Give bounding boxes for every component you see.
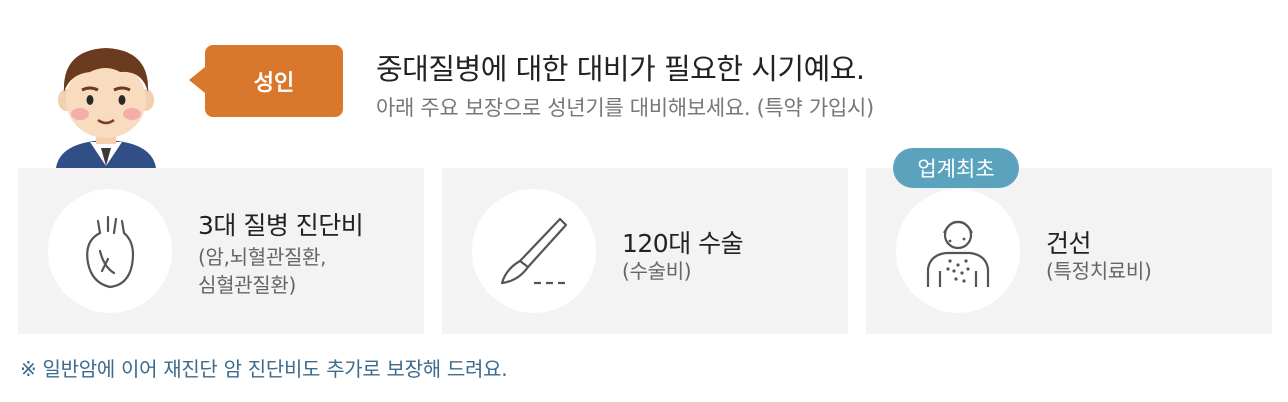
card-title: 3대 질병 진단비 — [198, 211, 364, 240]
icon-circle — [472, 189, 596, 313]
age-group-label: 성인 — [253, 71, 295, 96]
card-desc-line2: 심혈관질환) — [198, 273, 297, 297]
card-desc-line1: (특정치료비) — [1046, 259, 1152, 283]
heart-icon — [86, 215, 135, 289]
coverage-card-critical-illness: 3대 질병 진단비 (암,뇌혈관질환, 심혈관질환) — [18, 168, 424, 334]
card-title: 120대 수술 — [622, 229, 744, 258]
avatar — [50, 42, 162, 168]
footnote: ※ 일반암에 이어 재진단 암 진단비도 추가로 보장해 드려요. — [20, 357, 508, 381]
icon-circle — [896, 189, 1020, 313]
skin-patient-icon — [926, 220, 990, 287]
page-headline: 중대질병에 대한 대비가 필요한 시기예요. — [376, 52, 865, 86]
icon-circle — [48, 189, 172, 313]
page-subline: 아래 주요 보장으로 성년기를 대비해보세요. (특약 가입시) — [376, 96, 874, 120]
age-group-bubble: 성인 — [189, 45, 343, 117]
card-desc-line1: (암,뇌혈관질환, — [198, 245, 327, 269]
coverage-card-surgery: 120대 수술 (수술비) — [442, 168, 848, 334]
card-title: 건선 — [1046, 229, 1092, 258]
scalpel-icon — [500, 217, 568, 285]
boy-avatar-icon — [56, 48, 156, 168]
coverage-card-psoriasis: 건선 (특정치료비) — [866, 168, 1272, 334]
card-desc-line1: (수술비) — [622, 259, 692, 283]
industry-first-badge: 업계최초 — [893, 148, 1019, 188]
